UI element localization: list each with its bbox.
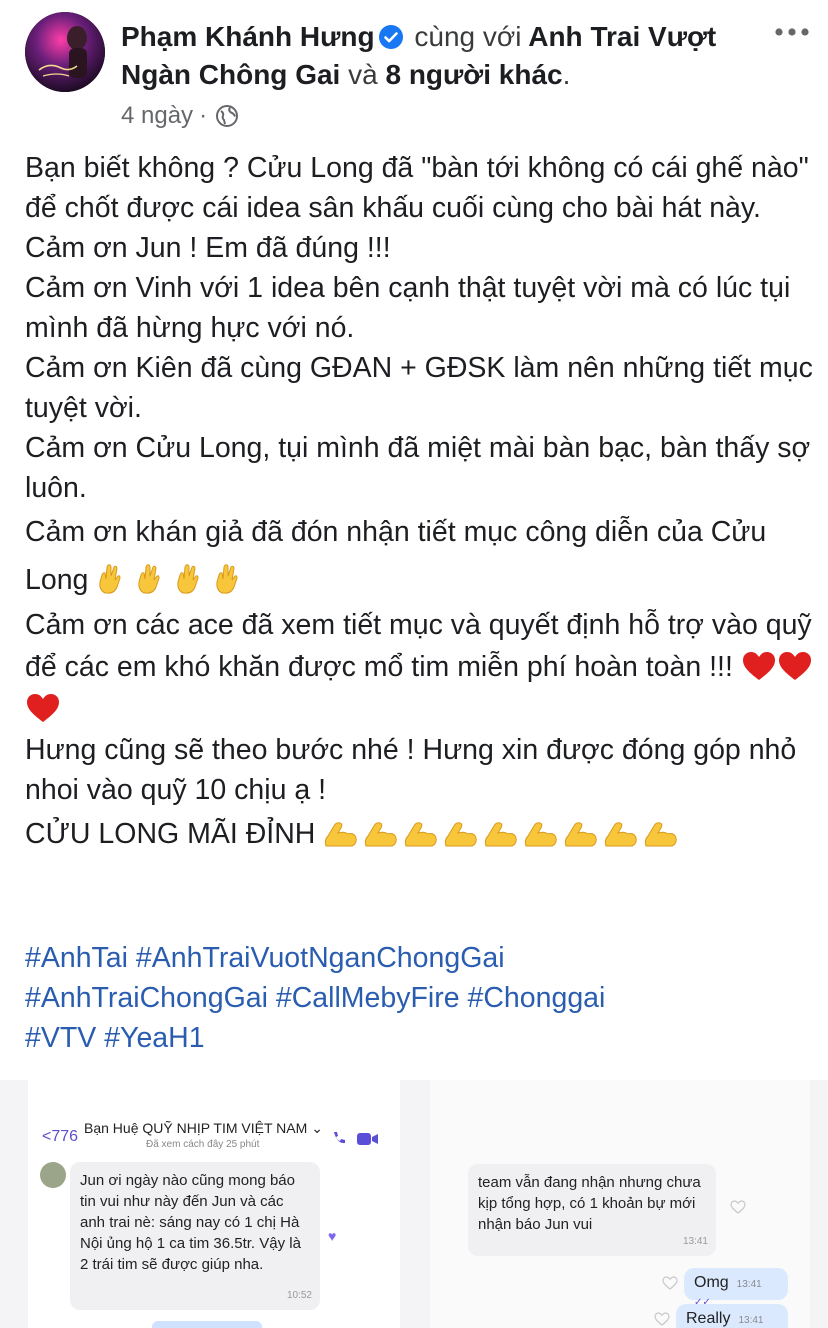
flexed-biceps-emoji-icon (405, 822, 437, 847)
hashtag-link[interactable]: #YeaH1 (104, 1022, 204, 1054)
globe-icon (216, 105, 239, 127)
attached-chat-screenshot[interactable]: <776 Bạn Huệ QUỸ NHỊP TIM VIỆT NAM ⌄ Đã … (0, 1080, 828, 1328)
crossed-fingers-emoji-icon (99, 564, 121, 594)
hashtag-link[interactable]: #CallMebyFire (276, 982, 460, 1014)
post-header: Phạm Khánh Hưng cùng với Anh Trai Vượt N… (0, 0, 828, 140)
message-time: 13:41 (736, 1279, 762, 1290)
crossed-fingers-emoji-icon (138, 564, 160, 594)
back-count: 776 (51, 1128, 79, 1145)
chat-message-received: Jun ơi ngày nào cũng mong báo tin vui nh… (70, 1162, 320, 1310)
author-avatar[interactable] (25, 12, 105, 92)
chat-message-sent: Really13:41 ✓✓ (676, 1304, 788, 1328)
heart-outline-icon (662, 1276, 678, 1290)
message-time: 13:41 (682, 1236, 708, 1247)
hashtag-link[interactable]: #VTV (25, 1022, 96, 1054)
flexed-biceps-emoji-icon (565, 822, 597, 847)
post-paragraph: Cảm ơn Kiên đã cùng GĐAN + GĐSK làm nên … (25, 352, 821, 424)
chevron-down-icon: ⌄ (311, 1120, 323, 1136)
chat-screenshot-left: <776 Bạn Huệ QUỸ NHỊP TIM VIỆT NAM ⌄ Đã … (28, 1080, 400, 1328)
flexed-biceps-emoji-icon (525, 822, 557, 847)
message-text: Omg (694, 1274, 729, 1291)
heart-outline-icon (730, 1200, 746, 1214)
chat-message-sent-partial (152, 1321, 262, 1328)
back-chevron-icon: < (42, 1128, 52, 1145)
post-paragraph: Hưng cũng sẽ theo bước nhé ! Hưng xin đư… (25, 734, 805, 806)
hashtag-line: #VTV #YeaH1 (25, 1018, 815, 1058)
hashtag-line: #AnhTai #AnhTraiVuotNganChongGai (25, 938, 815, 978)
hashtag-link[interactable]: #AnhTai (25, 942, 128, 974)
hashtag-link[interactable]: #AnhTraiChongGai (25, 982, 268, 1014)
and-word: và (348, 59, 378, 90)
period: . (562, 59, 571, 90)
meta-dot: · (199, 102, 208, 129)
flexed-biceps-emoji-icon (365, 822, 397, 847)
author-name[interactable]: Phạm Khánh Hưng (121, 21, 375, 52)
red-heart-emoji-icon (742, 652, 775, 680)
chat-contact-name: Bạn Huệ QUỸ NHỊP TIM VIỆT NAM ⌄ (84, 1120, 323, 1137)
post-paragraph: Cảm ơn Jun ! Em đã đúng !!! (25, 232, 391, 264)
chat-last-seen: Đã xem cách đây 25 phút (146, 1139, 260, 1150)
post-body: Bạn biết không ? Cửu Long đã "bàn tới kh… (25, 148, 815, 858)
post-paragraph: Cảm ơn Cửu Long, tụi mình đã miệt mài bà… (25, 432, 819, 504)
flexed-biceps-emoji-icon (645, 822, 677, 847)
crossed-fingers-emoji-icon (216, 564, 238, 594)
red-heart-emoji-icon (27, 694, 59, 722)
more-options-icon[interactable] (772, 22, 812, 42)
message-time: 13:41 (738, 1315, 764, 1326)
post-paragraph: Bạn biết không ? Cửu Long đã "bàn tới kh… (25, 152, 817, 224)
contact-name-text: Bạn Huệ QUỸ NHỊP TIM VIỆT NAM (84, 1120, 308, 1136)
contact-avatar (40, 1162, 66, 1188)
chat-message-sent: Omg 13:41 ✓✓ (684, 1268, 788, 1308)
flexed-biceps-emoji-row (323, 818, 677, 850)
verified-badge-icon (378, 25, 403, 49)
author-line: Phạm Khánh Hưng cùng với Anh Trai Vượt N… (121, 18, 761, 94)
others-link[interactable]: 8 người khác (385, 59, 562, 90)
post-paragraph-with-emoji: Cảm ơn các ace đã xem tiết mục và quyết … (25, 604, 815, 730)
message-text: Jun ơi ngày nào cũng mong báo tin vui nh… (80, 1172, 301, 1273)
flexed-biceps-emoji-icon (445, 822, 477, 847)
hashtag-link[interactable]: #Chonggai (468, 982, 606, 1014)
post-paragraph: Cảm ơn Vinh với 1 idea bên cạnh thật tuy… (25, 272, 799, 344)
liked-heart-icon: ♥ (328, 1228, 337, 1244)
post-text: Cảm ơn các ace đã xem tiết mục và quyết … (25, 609, 820, 683)
message-time: 10:52 (286, 1290, 312, 1301)
chat-back: <776 (42, 1128, 78, 1146)
chat-message-received: team vẫn đang nhận nhưng chưa kịp tổng h… (468, 1164, 716, 1256)
red-heart-emoji-icon (778, 652, 811, 680)
phone-icon (334, 1132, 345, 1144)
post-paragraph-with-emoji: Cảm ơn khán giả đã đón nhận tiết mục côn… (25, 508, 815, 604)
crossed-fingers-emoji-icon (177, 564, 199, 594)
video-camera-icon (357, 1133, 378, 1145)
post-text: CỬU LONG MÃI ĐỈNH (25, 818, 316, 850)
with-word: cùng với (414, 21, 522, 52)
hashtag-block: #AnhTai #AnhTraiVuotNganChongGai #AnhTra… (25, 938, 815, 1058)
post-meta: 4 ngày · (121, 100, 239, 132)
message-text: team vẫn đang nhận nhưng chưa kịp tổng h… (478, 1174, 701, 1233)
post-time[interactable]: 4 ngày (121, 100, 193, 132)
flexed-biceps-emoji-icon (325, 822, 357, 847)
flexed-biceps-emoji-icon (485, 822, 517, 847)
heart-outline-icon (654, 1312, 670, 1326)
hashtag-link[interactable]: #AnhTraiVuotNganChongGai (136, 942, 505, 974)
message-text: Really (686, 1310, 731, 1327)
hashtag-line: #AnhTraiChongGai #CallMebyFire #Chonggai (25, 978, 815, 1018)
chat-screenshot-right: team vẫn đang nhận nhưng chưa kịp tổng h… (430, 1080, 810, 1328)
post-paragraph-with-emoji: CỬU LONG MÃI ĐỈNH (25, 810, 815, 858)
flexed-biceps-emoji-icon (605, 822, 637, 847)
